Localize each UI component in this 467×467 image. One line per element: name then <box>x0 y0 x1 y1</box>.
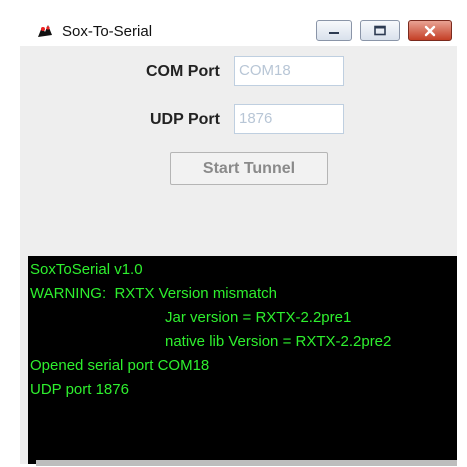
console-output[interactable]: SoxToSerial v1.0 WARNING: RXTX Version m… <box>28 256 457 464</box>
title-bar[interactable]: Sox-To-Serial <box>20 6 457 46</box>
window-title: Sox-To-Serial <box>62 23 153 40</box>
console-line: SoxToSerial v1.0 <box>30 261 143 278</box>
maximize-button[interactable] <box>360 20 400 41</box>
console-line: Opened serial port COM18 <box>30 357 210 374</box>
app-logo-icon <box>36 23 54 39</box>
udp-port-label: UDP Port <box>150 111 220 128</box>
app-window: Sox-To-Serial COM Port COM18 UDP Port 18… <box>20 6 457 464</box>
console-line: native lib Version = RXTX-2.2pre2 <box>165 333 392 350</box>
maximize-icon <box>374 25 386 35</box>
minimize-icon <box>329 31 339 34</box>
udp-port-field[interactable]: 1876 <box>234 104 344 134</box>
console-line: WARNING: RXTX Version mismatch <box>30 285 277 302</box>
close-button[interactable] <box>408 20 452 41</box>
start-tunnel-button[interactable]: Start Tunnel <box>170 152 328 185</box>
com-port-label: COM Port <box>146 63 220 80</box>
window-shadow <box>36 460 457 466</box>
console-line: UDP port 1876 <box>30 381 129 398</box>
console-line: Jar version = RXTX-2.2pre1 <box>165 309 352 326</box>
minimize-button[interactable] <box>316 20 352 41</box>
com-port-field[interactable]: COM18 <box>234 56 344 86</box>
close-icon <box>424 25 436 36</box>
